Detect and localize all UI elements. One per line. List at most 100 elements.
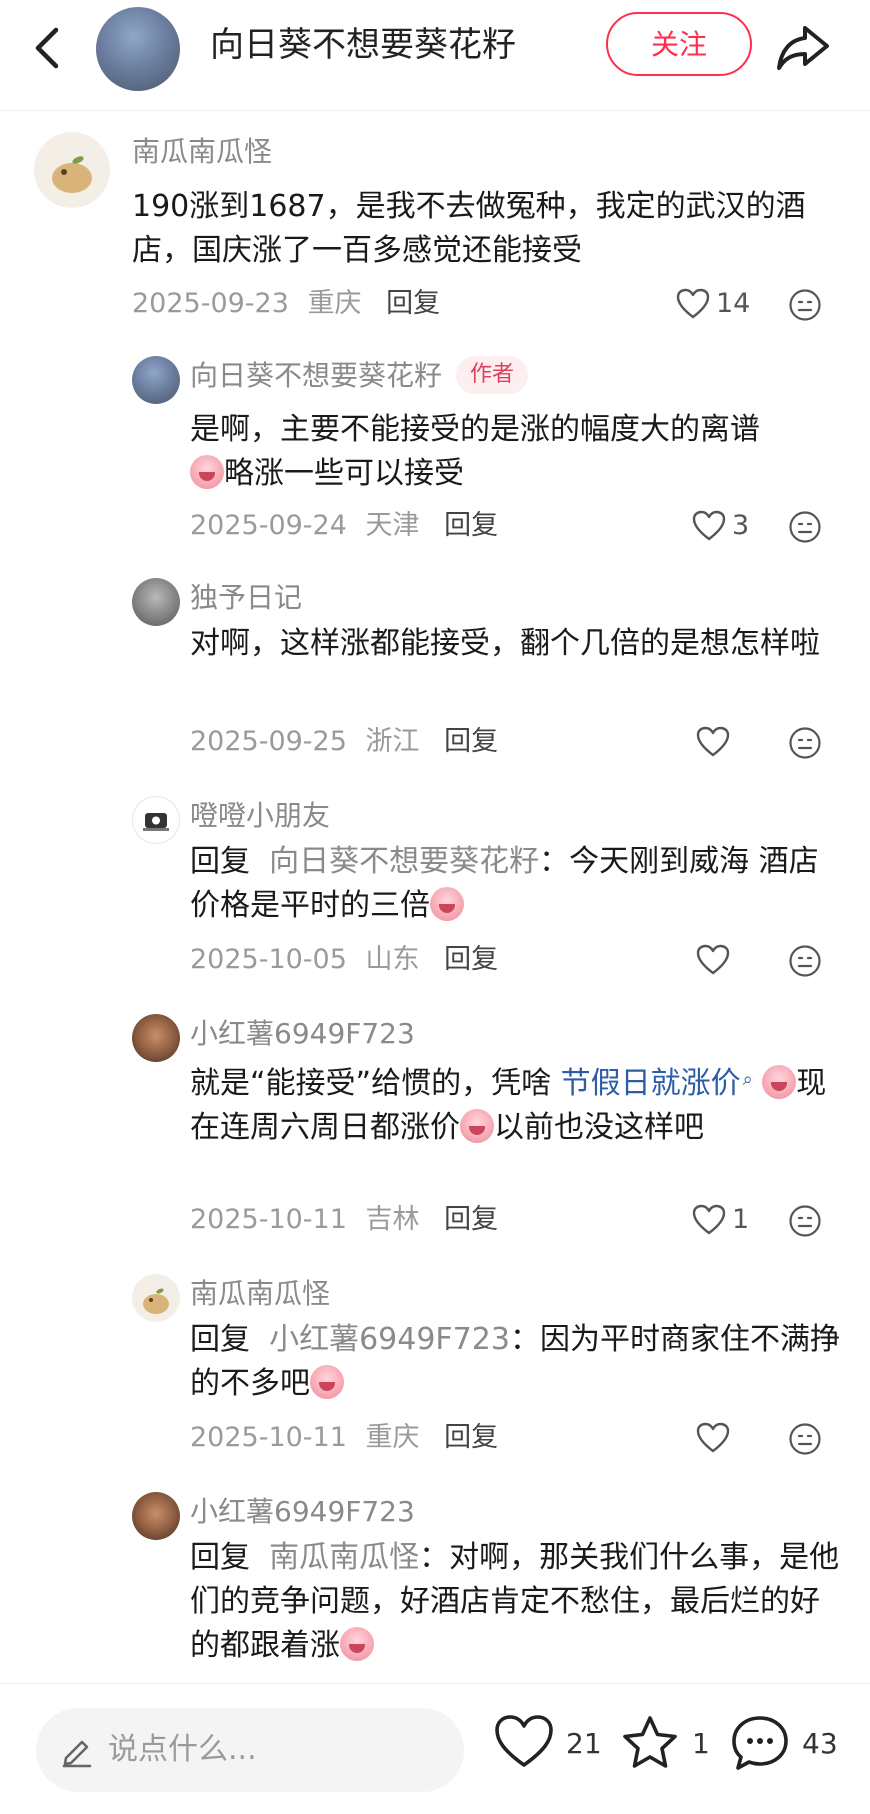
react-button[interactable] — [788, 726, 822, 760]
share-button[interactable] — [775, 20, 831, 76]
comment-location: 天津 — [365, 510, 420, 541]
like-button[interactable] — [696, 1418, 736, 1458]
heart-icon — [696, 944, 730, 975]
heart-icon — [495, 1715, 553, 1767]
reply-target-username[interactable]: 向日葵不想要葵花籽 — [269, 844, 539, 879]
crying-emoji-icon — [762, 1065, 797, 1099]
comment-date: 2025-10-05 — [190, 944, 347, 975]
comment-meta: 2025-09-25 浙江 回复 — [190, 722, 498, 762]
comment-username[interactable]: 独予日记 — [190, 578, 302, 618]
reply-button[interactable]: 回复 — [444, 726, 498, 757]
author-name[interactable]: 向日葵不想要葵花籽 — [210, 20, 516, 70]
reply-button[interactable]: 回复 — [444, 510, 498, 541]
like-count: 21 — [566, 1727, 602, 1760]
reply-prefix: 回复 — [190, 1540, 250, 1575]
bottom-action-bar: 说点什么... 21 1 43 — [0, 1683, 870, 1814]
avatar[interactable] — [132, 1014, 180, 1062]
star-icon — [623, 1716, 677, 1768]
username-text[interactable]: 向日葵不想要葵花籽 — [190, 359, 442, 392]
comment-meta: 2025-10-05 山东 回复 — [190, 940, 498, 980]
comment-date: 2025-09-24 — [190, 510, 347, 541]
comment-input[interactable]: 说点什么... — [36, 1708, 464, 1792]
comment-text: 回复 小红薯6949F723：因为平时商家住不满挣的不多吧 — [190, 1318, 840, 1406]
comment-username[interactable]: 小红薯6949F723 — [190, 1492, 415, 1532]
face-icon — [789, 1205, 821, 1237]
comment-meta: 2025-10-11 重庆 回复 — [190, 1418, 498, 1458]
react-button[interactable] — [788, 944, 822, 978]
heart-icon — [692, 510, 726, 541]
collect-count: 1 — [692, 1727, 710, 1760]
face-icon — [789, 511, 821, 543]
reply-target-username[interactable]: 南瓜南瓜怪 — [269, 1540, 419, 1575]
search-icon[interactable]: ⌕ — [743, 1069, 753, 1090]
comment-date: 2025-10-11 — [190, 1204, 347, 1235]
chat-bubble-icon — [732, 1716, 788, 1770]
topic-link[interactable]: 节假日就涨价 — [561, 1066, 741, 1101]
reply-prefix: 回复 — [190, 1322, 250, 1357]
top-bar: 向日葵不想要葵花籽 关注 — [0, 0, 870, 111]
crying-emoji-icon — [190, 455, 224, 489]
pencil-icon — [62, 1740, 92, 1768]
comment-date: 2025-09-23 — [132, 288, 289, 319]
share-icon — [777, 26, 829, 70]
comments-button[interactable] — [730, 1714, 790, 1776]
avatar[interactable] — [132, 1274, 180, 1322]
reply-button[interactable]: 回复 — [386, 288, 440, 319]
collect-button[interactable] — [620, 1714, 680, 1776]
comment-text: 对啊，这样涨都能接受，翻个几倍的是想怎样啦 — [190, 626, 820, 661]
avatar[interactable] — [34, 132, 110, 208]
reply-button[interactable]: 回复 — [444, 1204, 498, 1235]
comment-input-placeholder: 说点什么... — [108, 1732, 257, 1767]
comment-text-line: 略涨一些可以接受 — [224, 456, 464, 491]
comment-username[interactable]: 南瓜南瓜怪 — [132, 132, 272, 172]
reply-button[interactable]: 回复 — [444, 1422, 498, 1453]
avatar[interactable] — [132, 796, 180, 844]
comment-text: 190涨到1687，是我不去做冤种，我定的武汉的酒店，国庆涨了一百多感觉还能接受 — [132, 189, 806, 268]
reply-target-username[interactable]: 小红薯6949F723 — [269, 1322, 510, 1357]
comment-text: 回复 向日葵不想要葵花籽：今天刚到威海 酒店价格是平时的三倍 — [190, 840, 840, 928]
crying-emoji-icon — [340, 1627, 374, 1661]
avatar[interactable] — [132, 578, 180, 626]
avatar[interactable] — [132, 356, 180, 404]
react-button[interactable] — [788, 510, 822, 544]
heart-icon — [692, 1204, 726, 1235]
crying-emoji-icon — [460, 1109, 494, 1143]
heart-icon — [676, 288, 710, 319]
comment-username[interactable]: 噔噔小朋友 — [190, 796, 330, 836]
follow-button[interactable]: 关注 — [606, 12, 752, 76]
reply-button[interactable]: 回复 — [444, 944, 498, 975]
react-button[interactable] — [788, 1422, 822, 1456]
avatar[interactable] — [132, 1492, 180, 1540]
like-button[interactable] — [696, 722, 736, 762]
comment-date: 2025-09-25 — [190, 726, 347, 757]
comment-text: 回复 南瓜南瓜怪：对啊，那关我们什么事，是他们的竞争问题，好酒店肯定不愁住，最后… — [190, 1536, 840, 1668]
comment-meta: 2025-10-11 吉林 回复 — [190, 1200, 498, 1240]
like-button[interactable]: 3 — [692, 506, 762, 546]
comment-username[interactable]: 向日葵不想要葵花籽 作者 — [190, 356, 529, 396]
comment-count: 43 — [802, 1727, 838, 1760]
like-button[interactable]: 14 — [676, 284, 756, 324]
like-button[interactable] — [696, 940, 736, 980]
react-button[interactable] — [788, 1204, 822, 1238]
heart-icon — [696, 1422, 730, 1453]
chevron-left-icon — [35, 27, 59, 69]
comment-username[interactable]: 南瓜南瓜怪 — [190, 1274, 330, 1314]
author-badge: 作者 — [456, 356, 529, 394]
capybara-icon — [143, 1288, 169, 1314]
back-button[interactable] — [28, 18, 68, 78]
comment-location: 浙江 — [365, 726, 420, 757]
crying-emoji-icon — [430, 887, 464, 921]
like-button[interactable]: 1 — [692, 1200, 762, 1240]
crying-emoji-icon — [310, 1365, 344, 1399]
like-button[interactable] — [494, 1714, 554, 1774]
camera-icon — [143, 813, 169, 831]
comment-text: 就是“能接受”给惯的，凭啥 节假日就涨价 ⌕ 现在连周六周日都涨价 以前也没这样吧 — [190, 1058, 840, 1150]
reply-prefix: 回复 — [190, 844, 250, 879]
comment-username[interactable]: 小红薯6949F723 — [190, 1014, 415, 1054]
face-icon — [789, 945, 821, 977]
like-count: 3 — [732, 510, 750, 541]
like-count: 1 — [732, 1204, 750, 1235]
comment-meta: 2025-09-23 重庆 回复 — [132, 284, 440, 324]
react-button[interactable] — [788, 288, 822, 322]
author-avatar[interactable] — [96, 7, 180, 91]
